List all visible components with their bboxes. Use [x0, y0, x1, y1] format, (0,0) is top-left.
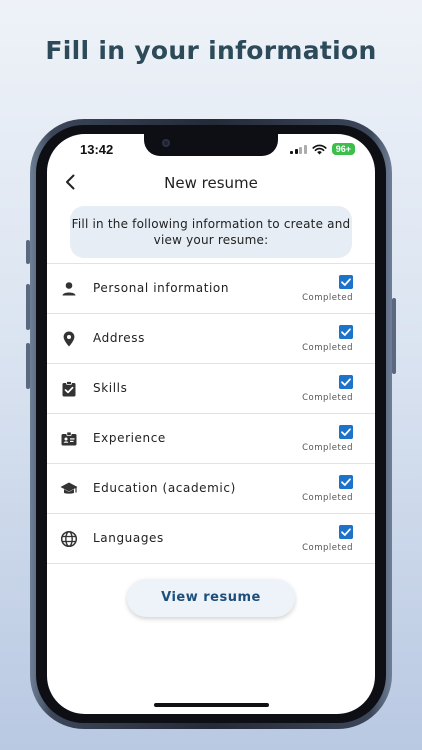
badge-icon: [61, 431, 77, 446]
person-icon: [62, 282, 76, 296]
section-row-address[interactable]: Address Completed: [47, 313, 375, 363]
checkbox-checked-icon[interactable]: [339, 375, 353, 389]
home-indicator[interactable]: [154, 703, 269, 707]
section-label: Experience: [93, 431, 166, 445]
section-row-education[interactable]: Education (academic) Completed: [47, 463, 375, 513]
nav-bar: New resume: [47, 170, 375, 196]
status-time: 13:42: [80, 142, 114, 157]
clipboard-check-icon: [62, 381, 76, 397]
section-row-skills[interactable]: Skills Completed: [47, 363, 375, 413]
section-list: Personal information Completed Address C…: [47, 263, 375, 564]
section-label: Address: [93, 331, 145, 345]
globe-icon: [60, 530, 78, 548]
section-row-experience[interactable]: Experience Completed: [47, 413, 375, 463]
phone-screen: 13:42 96+ New resume Fill in the followi…: [47, 134, 375, 714]
mute-switch: [26, 240, 30, 264]
section-row-languages[interactable]: Languages Completed: [47, 513, 375, 564]
info-banner: Fill in the following information to cre…: [70, 206, 352, 258]
view-resume-button[interactable]: View resume: [127, 579, 295, 617]
section-status: Completed: [302, 493, 353, 503]
section-status: Completed: [302, 343, 353, 353]
checkbox-checked-icon[interactable]: [339, 425, 353, 439]
section-label: Personal information: [93, 281, 230, 295]
wifi-icon: [312, 144, 327, 154]
checkbox-checked-icon[interactable]: [339, 475, 353, 489]
checkbox-checked-icon[interactable]: [339, 275, 353, 289]
volume-down-button: [26, 343, 30, 389]
camera-icon: [162, 139, 170, 147]
checkbox-checked-icon[interactable]: [339, 525, 353, 539]
checkbox-checked-icon[interactable]: [339, 325, 353, 339]
location-pin-icon: [63, 331, 75, 347]
section-label: Languages: [93, 531, 164, 545]
section-row-personal-information[interactable]: Personal information Completed: [47, 263, 375, 313]
page-title: New resume: [164, 174, 258, 192]
info-text: Fill in the following information to cre…: [71, 217, 351, 247]
section-status: Completed: [302, 393, 353, 403]
section-label: Education (academic): [93, 481, 236, 495]
section-status: Completed: [302, 443, 353, 453]
graduation-cap-icon: [60, 482, 78, 494]
section-status: Completed: [302, 543, 353, 553]
notch: [144, 134, 278, 156]
battery-indicator: 96+: [331, 143, 355, 155]
section-status: Completed: [302, 293, 353, 303]
power-button: [392, 298, 396, 374]
signal-icon: [290, 144, 307, 154]
headline: Fill in your information: [45, 36, 377, 65]
status-indicators: 96+: [290, 142, 355, 156]
volume-up-button: [26, 284, 30, 330]
section-label: Skills: [93, 381, 128, 395]
